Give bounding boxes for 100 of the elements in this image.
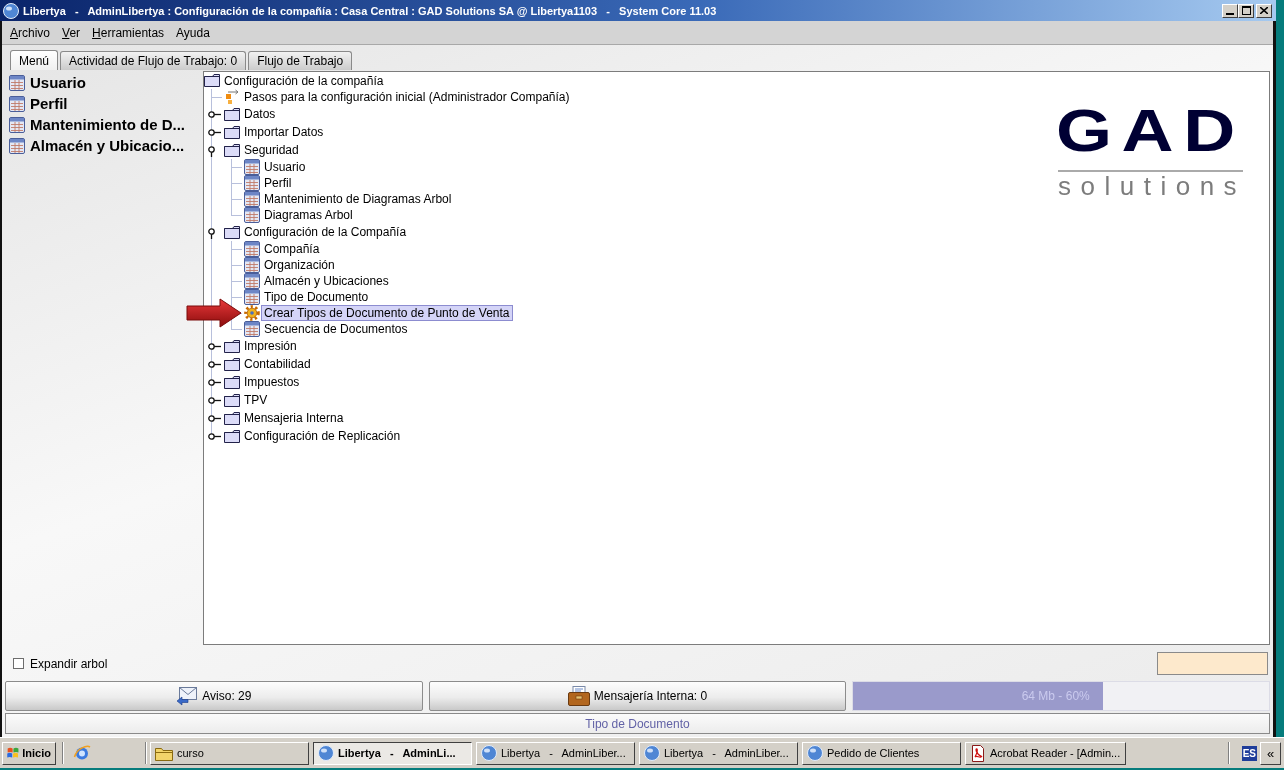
tree-toggle-icon[interactable]: [208, 378, 221, 386]
window-icon: [244, 321, 260, 337]
tree-item[interactable]: Crear Tipos de Documento de Punto de Venta: [261, 305, 513, 321]
tree-toggle-icon[interactable]: [208, 128, 221, 136]
favorite-item[interactable]: Mantenimiento de D...: [5, 114, 185, 135]
logo-mark: GAD: [1056, 101, 1245, 161]
globe-icon: [3, 2, 19, 19]
tree-item[interactable]: Secuencia de Documentos: [261, 321, 411, 337]
folder-icon: [224, 357, 240, 371]
folder-icon: [224, 143, 240, 157]
menu-item[interactable]: Ayuda: [170, 24, 216, 41]
logo-tagline: solutions: [1058, 173, 1247, 199]
tree-item[interactable]: Seguridad: [241, 142, 302, 158]
folder-icon: [224, 429, 240, 443]
tree-item[interactable]: TPV: [241, 392, 271, 408]
folder-icon: [224, 225, 240, 239]
tree-item[interactable]: Tipo de Documento: [261, 289, 372, 305]
tree-item[interactable]: Pasos para la configuración inicial (Administrador Compañía): [241, 89, 573, 105]
status-message: Tipo de Documento: [585, 716, 690, 731]
maximize-button[interactable]: [1238, 3, 1254, 18]
checkbox[interactable]: [13, 658, 24, 669]
browser-icon[interactable]: [73, 744, 91, 762]
tree-item[interactable]: Importar Datos: [241, 124, 327, 140]
window-icon: [244, 257, 260, 273]
tree-toggle-icon[interactable]: [208, 360, 221, 368]
notices-button[interactable]: Aviso: 29: [5, 681, 423, 711]
folder-icon: [224, 393, 240, 407]
window-icon: [244, 207, 260, 223]
folder-icon: [224, 411, 240, 425]
taskbar-button[interactable]: curso: [150, 741, 309, 765]
tree-item[interactable]: Organización: [261, 257, 338, 273]
tree-item[interactable]: Impuestos: [241, 374, 303, 390]
tree-item[interactable]: Almacén y Ubicaciones: [261, 273, 392, 289]
globe-icon: [807, 745, 823, 761]
window-icon: [9, 137, 25, 154]
tree-toggle-icon[interactable]: [208, 342, 221, 350]
tree-toggle-icon[interactable]: [208, 110, 221, 118]
taskbar-button[interactable]: Libertya - AdminLi...: [313, 741, 472, 765]
window-icon: [244, 159, 260, 175]
tree-toggle-icon[interactable]: [208, 146, 215, 157]
checkbox-label: Expandir arbol: [30, 656, 108, 671]
close-icon: [1260, 7, 1268, 14]
minimize-button[interactable]: [1222, 3, 1238, 18]
tab[interactable]: Menú: [10, 50, 59, 70]
taskbar-button[interactable]: Libertya - AdminLiber...: [639, 741, 798, 765]
menu-item[interactable]: Ver: [56, 24, 87, 41]
envelope-icon: [176, 686, 199, 706]
tree-item[interactable]: Datos: [241, 106, 279, 122]
window-icon: [9, 95, 25, 112]
tree-item[interactable]: Contabilidad: [241, 356, 314, 372]
window-icon: [244, 191, 260, 207]
tree-item[interactable]: Mantenimiento de Diagramas Arbol: [261, 191, 455, 207]
language-indicator[interactable]: ES: [1241, 745, 1257, 761]
window-icon: [244, 273, 260, 289]
tree-item[interactable]: Configuración de Replicación: [241, 428, 404, 444]
tree-item[interactable]: Configuración de la compañía: [221, 72, 387, 89]
tree-item[interactable]: Compañía: [261, 241, 323, 257]
messages-button[interactable]: Mensajería Interna: 0: [428, 681, 847, 711]
favorite-item[interactable]: Usuario: [5, 72, 86, 93]
folder-icon: [224, 339, 240, 353]
start-button[interactable]: Inicio: [2, 741, 56, 765]
tree-toggle-icon[interactable]: [208, 228, 215, 239]
favorite-item[interactable]: Almacén y Ubicacio...: [5, 135, 185, 156]
taskbar-button[interactable]: Pedido de Clientes: [802, 741, 961, 765]
tree-toggle-icon[interactable]: [208, 396, 221, 404]
folder-icon: [224, 375, 240, 389]
tree-toggle-icon[interactable]: [208, 414, 221, 422]
window-icon: [244, 175, 260, 191]
tree-item[interactable]: Mensajeria Interna: [241, 410, 347, 426]
tree-item[interactable]: Impresión: [241, 338, 300, 354]
document-icon: [970, 744, 986, 762]
close-button[interactable]: [1256, 3, 1272, 18]
tree-item[interactable]: Configuración de la Compañía: [241, 224, 410, 240]
globe-icon: [318, 745, 334, 761]
tray-toggle-button[interactable]: «: [1260, 741, 1281, 765]
window-icon: [244, 241, 260, 257]
menu-item[interactable]: Herramientas: [86, 24, 171, 41]
briefcase-icon: [567, 686, 590, 706]
favorite-item[interactable]: Perfil: [5, 93, 68, 114]
taskbar-button[interactable]: Acrobat Reader - [Admin...: [965, 741, 1127, 765]
tree-item[interactable]: Diagramas Arbol: [261, 207, 356, 223]
gear-icon: [244, 305, 260, 321]
folder-icon: [224, 125, 240, 139]
tree-item[interactable]: Perfil: [261, 175, 295, 191]
window-icon: [244, 289, 260, 305]
globe-icon: [481, 745, 497, 761]
folder-icon: [224, 107, 240, 121]
folder-icon: [155, 745, 173, 761]
maximize-icon: [1241, 6, 1251, 15]
menu-item[interactable]: Archivo: [4, 24, 57, 41]
tree-toggle-icon[interactable]: [208, 432, 221, 440]
tab[interactable]: Flujo de Trabajo: [248, 51, 353, 70]
arrow-icon: [186, 298, 242, 328]
flow-icon: [224, 89, 240, 105]
window-title: Libertya - AdminLibertya : Configuración de la compañía : Casa Central : GAD Solutions SA @ Libertya1103 - System Core 11.03: [23, 4, 717, 17]
tab[interactable]: Actividad de Flujo de Trabajo: 0: [60, 51, 247, 70]
input-field[interactable]: [1157, 652, 1268, 675]
tree-item[interactable]: Usuario: [261, 159, 309, 175]
window-icon: [9, 74, 25, 91]
taskbar-button[interactable]: Libertya - AdminLiber...: [476, 741, 635, 765]
